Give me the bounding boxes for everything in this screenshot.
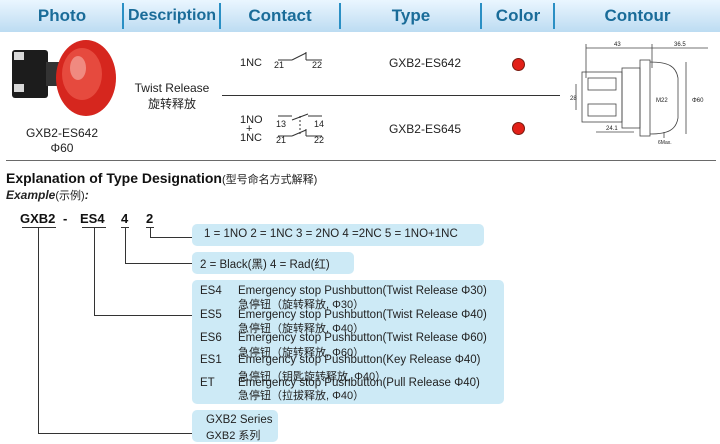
description-en: Twist Release [134,81,210,95]
color-swatch-red [512,122,525,135]
code-part-contact: 2 [146,211,154,226]
color-options-box: 2 = Black(黑) 4 = Rad(红) [192,252,354,274]
code-underline [22,227,56,228]
example-cn: (示例) [55,190,85,202]
terminal-d: 22 [314,135,325,145]
terminal-a: 21 [274,60,285,70]
explanation-title-en: Explanation of Type Designation [6,170,222,186]
header-description: Description [127,7,216,24]
row-divider [222,95,560,96]
leader-line [125,263,192,264]
example-label: Example(示例): [6,186,89,204]
leader-line [38,433,192,434]
dim-top2: 36.5 [674,42,686,48]
code-dash: - [63,211,68,226]
header-type: Type [391,6,431,25]
example-en: Example [6,188,56,202]
dim-right: Φ60 [692,98,704,104]
designation-code: ES5 [200,309,222,321]
type-value: GXB2-ES645 [388,122,462,136]
section-divider [6,160,716,161]
designation-code: ES1 [200,354,222,366]
terminal-b: 14 [314,119,325,129]
dim-max: 6Max. [658,140,672,146]
designation-code: ES4 [200,285,222,297]
designation-box: ES4 Emergency stop Pushbutton(Twist Rele… [192,280,504,404]
product-photo [12,40,116,116]
designation-code: ES6 [200,332,222,344]
leader-line [94,227,95,315]
header-photo: Photo [37,6,87,25]
dim-left: 28 [570,96,577,102]
code-part-es4: ES4 [80,211,105,226]
header-contact: Contact [248,6,312,25]
contact-options-text: 1 = 1NO 2 = 1NC 3 = 2NO 4 =2NC 5 = 1NO+1… [204,228,458,240]
type-value: GXB2-ES642 [388,56,462,70]
leader-line [38,227,39,434]
series-en: GXB2 Series [206,414,273,426]
dim-top: 43 [614,42,621,48]
contact-label: 1NC [240,57,263,69]
leader-line [150,237,192,238]
code-part-gxb2: GXB2 [20,211,56,226]
explanation-title-cn: (型号命名方式解释) [221,174,318,186]
description-cn: 旋转释放 [147,97,196,111]
color-swatch-red [512,58,525,71]
product-model: GXB2-ES642 [25,126,99,140]
designation-cn: 急停钮（拉拔释放, Φ40） [238,390,365,402]
terminal-c: 21 [276,135,287,145]
designation-en: Emergency stop Pushbutton(Key Release Φ4… [238,354,481,366]
product-diameter: Φ60 [50,141,74,155]
leader-line [150,227,151,237]
dim-bottom: 24.1 [606,126,618,132]
contact-label-2: 1NC [240,132,263,144]
dim-mid: M22 [656,98,668,104]
color-options-text: 2 = Black(黑) 4 = Rad(红) [200,259,330,271]
example-colon: : [84,188,89,202]
header-color: Color [495,6,541,25]
terminal-a: 13 [276,119,287,129]
leader-line [125,227,126,263]
header-contour: Contour [604,6,671,25]
series-box: GXB2 Series GXB2 系列 [192,410,278,442]
series-cn: GXB2 系列 [206,430,261,442]
terminal-b: 22 [312,60,323,70]
designation-en: Emergency stop Pushbutton(Twist Release … [238,332,487,344]
designation-code: ET [200,377,215,389]
leader-line [94,315,192,316]
code-part-color: 4 [121,211,129,226]
contact-options-box: 1 = 1NO 2 = 1NC 3 = 2NO 4 =2NC 5 = 1NO+1… [192,224,484,246]
contour-drawing: 43 36.5 28 M22 Φ60 24.1 6Max. [570,42,708,146]
